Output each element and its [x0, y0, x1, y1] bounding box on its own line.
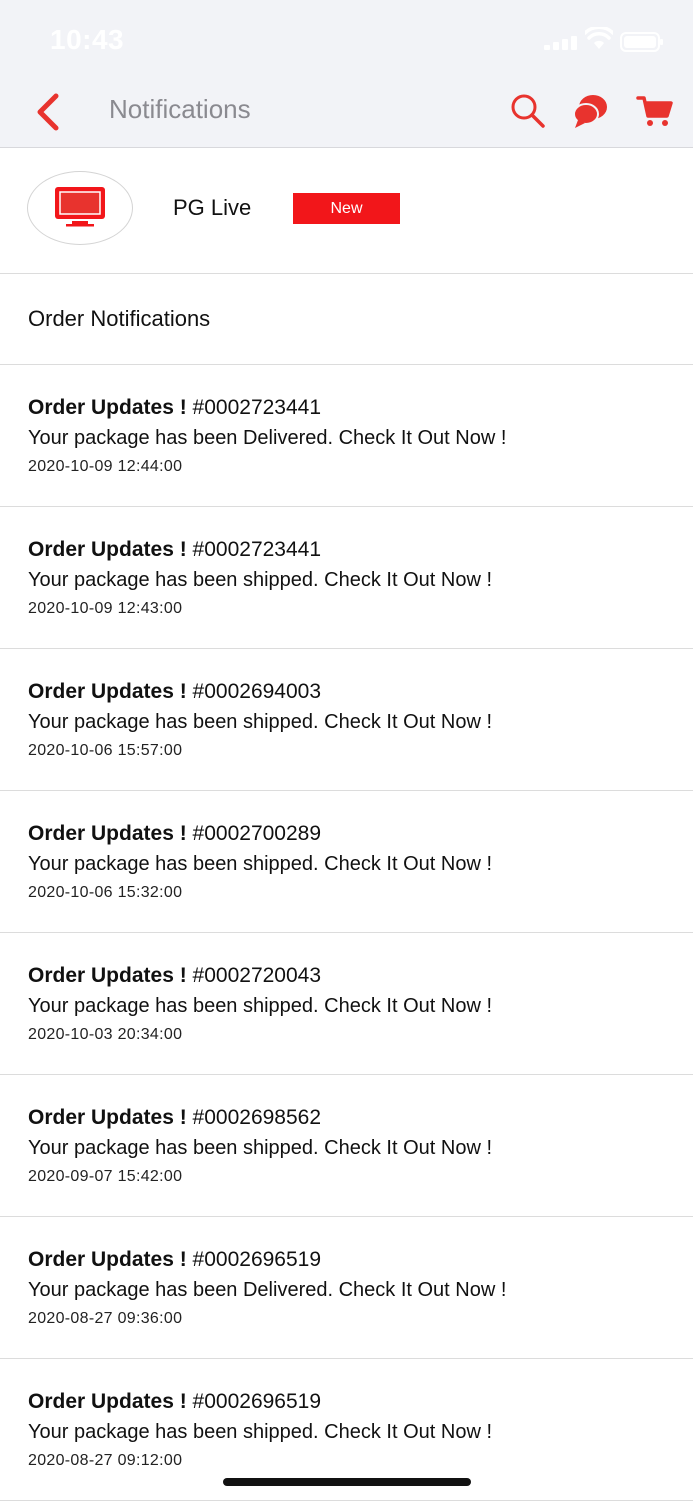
notification-item[interactable]: Order Updates ! #0002720043 Your package…: [0, 933, 693, 1075]
notification-headline: Order Updates ! #0002698562: [28, 1106, 321, 1130]
notification-message: Your package has been shipped. Check It …: [28, 1421, 492, 1443]
notification-title: Order Updates !: [28, 680, 187, 703]
status-time: 10:43: [50, 24, 125, 55]
order-number: #0002694003: [192, 680, 322, 703]
notification-item[interactable]: Order Updates ! #0002694003 Your package…: [0, 649, 693, 791]
notification-list: Order Updates ! #0002723441 Your package…: [0, 365, 693, 1501]
notification-headline: Order Updates ! #0002696519: [28, 1248, 321, 1272]
back-chevron-icon[interactable]: [30, 92, 66, 132]
notification-headline: Order Updates ! #0002723441: [28, 396, 321, 420]
notification-item[interactable]: Order Updates ! #0002698562 Your package…: [0, 1075, 693, 1217]
notification-item[interactable]: Order Updates ! #0002700289 Your package…: [0, 791, 693, 933]
live-title: PG Live: [173, 195, 252, 220]
tv-icon: [55, 187, 105, 227]
live-icon-circle: [27, 171, 133, 245]
notification-headline: Order Updates ! #0002723441: [28, 538, 321, 562]
notification-headline: Order Updates ! #0002694003: [28, 680, 321, 704]
notification-title: Order Updates !: [28, 964, 187, 987]
notification-timestamp: 2020-10-06 15:32:00: [28, 884, 183, 901]
notification-title: Order Updates !: [28, 822, 187, 845]
notification-message: Your package has been shipped. Check It …: [28, 853, 492, 875]
new-badge: New: [293, 193, 400, 224]
shopping-cart-icon[interactable]: [636, 92, 674, 130]
notification-headline: Order Updates ! #0002720043: [28, 964, 321, 988]
notification-title: Order Updates !: [28, 538, 187, 561]
notification-headline: Order Updates ! #0002700289: [28, 822, 321, 846]
order-number: #0002700289: [192, 822, 322, 845]
notification-item[interactable]: Order Updates ! #0002696519 Your package…: [0, 1217, 693, 1359]
notification-timestamp: 2020-08-27 09:12:00: [28, 1452, 183, 1469]
search-icon[interactable]: [509, 92, 547, 130]
notification-item[interactable]: Order Updates ! #0002723441 Your package…: [0, 365, 693, 507]
order-number: #0002696519: [192, 1390, 322, 1413]
notification-message: Your package has been shipped. Check It …: [28, 1137, 492, 1159]
notification-message: Your package has been shipped. Check It …: [28, 995, 492, 1017]
notification-headline: Order Updates ! #0002696519: [28, 1390, 321, 1414]
notification-message: Your package has been Delivered. Check I…: [28, 1279, 507, 1301]
home-indicator[interactable]: [223, 1478, 471, 1486]
notification-title: Order Updates !: [28, 1106, 187, 1129]
battery-icon: [620, 32, 663, 52]
navigation-bar: Notifications: [0, 74, 693, 148]
notification-timestamp: 2020-10-03 20:34:00: [28, 1026, 183, 1043]
notification-title: Order Updates !: [28, 1390, 187, 1413]
order-number: #0002723441: [192, 396, 322, 419]
page-title: Notifications: [109, 94, 251, 124]
notification-timestamp: 2020-10-09 12:43:00: [28, 600, 183, 617]
notification-timestamp: 2020-10-09 12:44:00: [28, 458, 183, 475]
section-header: Order Notifications: [0, 274, 693, 365]
notification-timestamp: 2020-10-06 15:57:00: [28, 742, 183, 759]
chat-bubbles-icon[interactable]: [572, 92, 610, 130]
notification-message: Your package has been Delivered. Check I…: [28, 427, 507, 449]
notification-item[interactable]: Order Updates ! #0002723441 Your package…: [0, 507, 693, 649]
notification-timestamp: 2020-08-27 09:36:00: [28, 1310, 183, 1327]
wifi-icon: [585, 27, 613, 49]
order-number: #0002720043: [192, 964, 322, 987]
section-label: Order Notifications: [28, 306, 211, 331]
notification-message: Your package has been shipped. Check It …: [28, 711, 492, 733]
notification-title: Order Updates !: [28, 1248, 187, 1271]
notification-timestamp: 2020-09-07 15:42:00: [28, 1168, 183, 1185]
pg-live-row[interactable]: PG Live New: [0, 148, 693, 274]
cellular-signal-icon: [544, 36, 577, 50]
order-number: #0002723441: [192, 538, 322, 561]
order-number: #0002696519: [192, 1248, 322, 1271]
notification-title: Order Updates !: [28, 396, 187, 419]
notification-message: Your package has been shipped. Check It …: [28, 569, 492, 591]
order-number: #0002698562: [192, 1106, 322, 1129]
status-bar: 10:43: [0, 0, 693, 74]
